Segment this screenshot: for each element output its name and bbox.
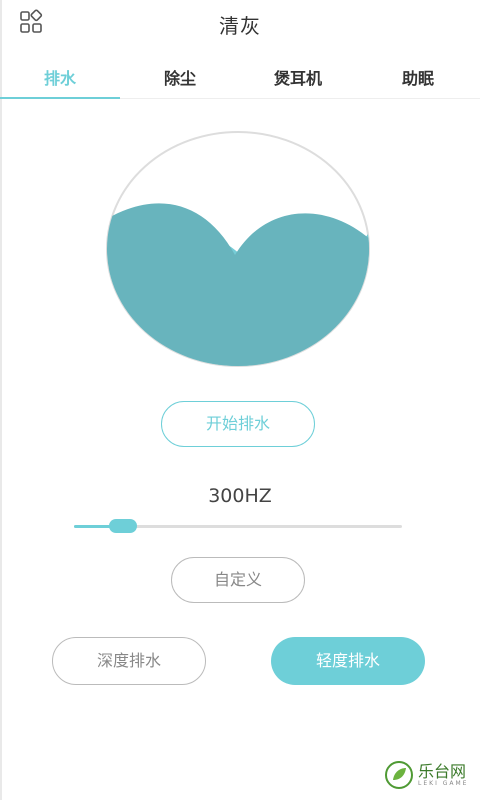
- frequency-slider-thumb[interactable]: [109, 519, 138, 533]
- water-wave-indicator: [106, 131, 370, 367]
- tab-drain[interactable]: 排水: [0, 60, 120, 98]
- watermark-subtext: LEKI GAME: [418, 780, 469, 787]
- watermark-text: 乐台网: [418, 762, 467, 781]
- page-title: 清灰: [219, 14, 261, 38]
- frequency-value: 300HZ: [208, 485, 272, 507]
- screen-edge: [0, 0, 2, 800]
- tab-sleep[interactable]: 助眠: [358, 60, 478, 98]
- tab-headphone-burn[interactable]: 煲耳机: [238, 60, 358, 98]
- header: 清灰: [0, 0, 480, 50]
- tab-active-indicator: [0, 97, 120, 99]
- custom-button[interactable]: 自定义: [171, 557, 305, 603]
- start-drain-button[interactable]: 开始排水: [161, 401, 315, 447]
- tab-bar: 排水 除尘 煲耳机 助眠: [0, 60, 480, 99]
- deep-drain-button[interactable]: 深度排水: [52, 637, 206, 685]
- watermark: 乐台网 LEKI GAME: [384, 756, 480, 796]
- light-drain-button[interactable]: 轻度排水: [271, 637, 425, 685]
- leaf-logo-icon: [385, 761, 413, 789]
- tab-dust[interactable]: 除尘: [120, 60, 240, 98]
